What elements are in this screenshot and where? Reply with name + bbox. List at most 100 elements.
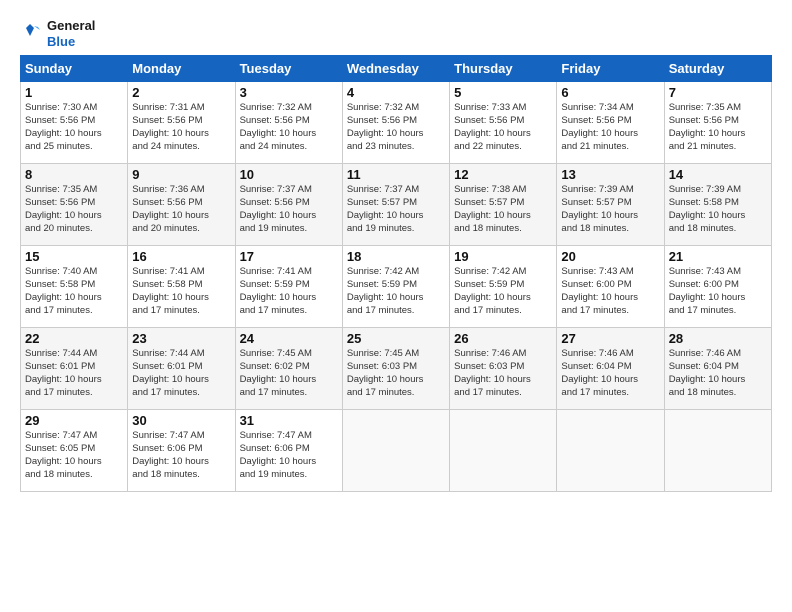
day-info: Sunrise: 7:30 AMSunset: 5:56 PMDaylight:…	[25, 102, 123, 153]
calendar-week-2: 8 Sunrise: 7:35 AMSunset: 5:56 PMDaylight…	[21, 164, 772, 246]
day-number: 15	[25, 249, 123, 264]
day-info: Sunrise: 7:42 AMSunset: 5:59 PMDaylight:…	[454, 266, 552, 317]
weekday-header-wednesday: Wednesday	[342, 56, 449, 82]
day-number: 4	[347, 85, 445, 100]
day-number: 21	[669, 249, 767, 264]
day-number: 30	[132, 413, 230, 428]
day-info: Sunrise: 7:38 AMSunset: 5:57 PMDaylight:…	[454, 184, 552, 235]
day-info: Sunrise: 7:46 AMSunset: 6:04 PMDaylight:…	[561, 348, 659, 399]
calendar-cell: 31 Sunrise: 7:47 AMSunset: 6:06 PMDayligh…	[235, 410, 342, 492]
calendar-week-3: 15 Sunrise: 7:40 AMSunset: 5:58 PMDayligh…	[21, 246, 772, 328]
calendar-cell	[342, 410, 449, 492]
calendar-cell: 4 Sunrise: 7:32 AMSunset: 5:56 PMDaylight…	[342, 82, 449, 164]
day-number: 10	[240, 167, 338, 182]
day-info: Sunrise: 7:37 AMSunset: 5:56 PMDaylight:…	[240, 184, 338, 235]
weekday-header-saturday: Saturday	[664, 56, 771, 82]
calendar: SundayMondayTuesdayWednesdayThursdayFrid…	[20, 55, 772, 492]
day-number: 26	[454, 331, 552, 346]
day-number: 27	[561, 331, 659, 346]
day-number: 28	[669, 331, 767, 346]
day-number: 19	[454, 249, 552, 264]
day-number: 31	[240, 413, 338, 428]
weekday-header-thursday: Thursday	[450, 56, 557, 82]
calendar-cell: 5 Sunrise: 7:33 AMSunset: 5:56 PMDaylight…	[450, 82, 557, 164]
day-info: Sunrise: 7:34 AMSunset: 5:56 PMDaylight:…	[561, 102, 659, 153]
logo-bird-icon	[20, 22, 40, 46]
calendar-cell: 13Sunrise: 7:39 AMSunset: 5:57 PMDayligh…	[557, 164, 664, 246]
calendar-cell: 2 Sunrise: 7:31 AMSunset: 5:56 PMDaylight…	[128, 82, 235, 164]
day-number: 9	[132, 167, 230, 182]
day-number: 1	[25, 85, 123, 100]
day-info: Sunrise: 7:41 AMSunset: 5:59 PMDaylight:…	[240, 266, 338, 317]
calendar-cell: 15 Sunrise: 7:40 AMSunset: 5:58 PMDayligh…	[21, 246, 128, 328]
day-info: Sunrise: 7:47 AMSunset: 6:05 PMDaylight:…	[25, 430, 123, 481]
day-info: Sunrise: 7:36 AMSunset: 5:56 PMDaylight:…	[132, 184, 230, 235]
day-info: Sunrise: 7:45 AMSunset: 6:02 PMDaylight:…	[240, 348, 338, 399]
day-number: 16	[132, 249, 230, 264]
day-number: 7	[669, 85, 767, 100]
day-info: Sunrise: 7:39 AMSunset: 5:58 PMDaylight:…	[669, 184, 767, 235]
day-info: Sunrise: 7:47 AMSunset: 6:06 PMDaylight:…	[240, 430, 338, 481]
day-info: Sunrise: 7:35 AMSunset: 5:56 PMDaylight:…	[669, 102, 767, 153]
calendar-cell: 1 Sunrise: 7:30 AMSunset: 5:56 PMDaylight…	[21, 82, 128, 164]
calendar-cell: 17 Sunrise: 7:41 AMSunset: 5:59 PMDayligh…	[235, 246, 342, 328]
calendar-cell: 20 Sunrise: 7:43 AMSunset: 6:00 PMDayligh…	[557, 246, 664, 328]
day-info: Sunrise: 7:32 AMSunset: 5:56 PMDaylight:…	[347, 102, 445, 153]
calendar-cell: 7 Sunrise: 7:35 AMSunset: 5:56 PMDaylight…	[664, 82, 771, 164]
calendar-cell: 9 Sunrise: 7:36 AMSunset: 5:56 PMDaylight…	[128, 164, 235, 246]
day-number: 17	[240, 249, 338, 264]
day-info: Sunrise: 7:32 AMSunset: 5:56 PMDaylight:…	[240, 102, 338, 153]
day-number: 20	[561, 249, 659, 264]
logo-general: General	[47, 18, 95, 34]
day-info: Sunrise: 7:33 AMSunset: 5:56 PMDaylight:…	[454, 102, 552, 153]
weekday-header-sunday: Sunday	[21, 56, 128, 82]
calendar-cell: 8 Sunrise: 7:35 AMSunset: 5:56 PMDaylight…	[21, 164, 128, 246]
day-info: Sunrise: 7:43 AMSunset: 6:00 PMDaylight:…	[561, 266, 659, 317]
day-info: Sunrise: 7:45 AMSunset: 6:03 PMDaylight:…	[347, 348, 445, 399]
logo-blue: Blue	[47, 34, 95, 50]
day-number: 5	[454, 85, 552, 100]
day-number: 23	[132, 331, 230, 346]
calendar-cell: 23 Sunrise: 7:44 AMSunset: 6:01 PMDayligh…	[128, 328, 235, 410]
day-info: Sunrise: 7:42 AMSunset: 5:59 PMDaylight:…	[347, 266, 445, 317]
day-number: 6	[561, 85, 659, 100]
header: General Blue	[20, 18, 772, 49]
calendar-cell: 16Sunrise: 7:41 AMSunset: 5:58 PMDayligh…	[128, 246, 235, 328]
day-number: 2	[132, 85, 230, 100]
calendar-cell	[557, 410, 664, 492]
day-info: Sunrise: 7:44 AMSunset: 6:01 PMDaylight:…	[25, 348, 123, 399]
calendar-cell: 21Sunrise: 7:43 AMSunset: 6:00 PMDayligh…	[664, 246, 771, 328]
calendar-cell: 29Sunrise: 7:47 AMSunset: 6:05 PMDayligh…	[21, 410, 128, 492]
calendar-cell: 12Sunrise: 7:38 AMSunset: 5:57 PMDayligh…	[450, 164, 557, 246]
calendar-cell	[664, 410, 771, 492]
day-number: 18	[347, 249, 445, 264]
calendar-week-1: 1 Sunrise: 7:30 AMSunset: 5:56 PMDaylight…	[21, 82, 772, 164]
day-info: Sunrise: 7:46 AMSunset: 6:03 PMDaylight:…	[454, 348, 552, 399]
day-number: 25	[347, 331, 445, 346]
day-number: 24	[240, 331, 338, 346]
calendar-cell: 28 Sunrise: 7:46 AMSunset: 6:04 PMDayligh…	[664, 328, 771, 410]
page: General Blue SundayMondayTuesdayWednesda…	[0, 0, 792, 612]
weekday-header-friday: Friday	[557, 56, 664, 82]
day-info: Sunrise: 7:31 AMSunset: 5:56 PMDaylight:…	[132, 102, 230, 153]
day-info: Sunrise: 7:44 AMSunset: 6:01 PMDaylight:…	[132, 348, 230, 399]
day-info: Sunrise: 7:35 AMSunset: 5:56 PMDaylight:…	[25, 184, 123, 235]
day-number: 11	[347, 167, 445, 182]
calendar-cell: 27 Sunrise: 7:46 AMSunset: 6:04 PMDayligh…	[557, 328, 664, 410]
day-info: Sunrise: 7:40 AMSunset: 5:58 PMDaylight:…	[25, 266, 123, 317]
calendar-header-row: SundayMondayTuesdayWednesdayThursdayFrid…	[21, 56, 772, 82]
day-info: Sunrise: 7:37 AMSunset: 5:57 PMDaylight:…	[347, 184, 445, 235]
calendar-cell: 25 Sunrise: 7:45 AMSunset: 6:03 PMDayligh…	[342, 328, 449, 410]
weekday-header-monday: Monday	[128, 56, 235, 82]
calendar-cell: 18 Sunrise: 7:42 AMSunset: 5:59 PMDayligh…	[342, 246, 449, 328]
day-number: 22	[25, 331, 123, 346]
weekday-header-tuesday: Tuesday	[235, 56, 342, 82]
day-number: 8	[25, 167, 123, 182]
logo: General Blue	[20, 18, 95, 49]
calendar-cell: 10 Sunrise: 7:37 AMSunset: 5:56 PMDayligh…	[235, 164, 342, 246]
day-info: Sunrise: 7:46 AMSunset: 6:04 PMDaylight:…	[669, 348, 767, 399]
calendar-cell: 24 Sunrise: 7:45 AMSunset: 6:02 PMDayligh…	[235, 328, 342, 410]
calendar-cell: 6 Sunrise: 7:34 AMSunset: 5:56 PMDaylight…	[557, 82, 664, 164]
calendar-cell: 3Sunrise: 7:32 AMSunset: 5:56 PMDaylight…	[235, 82, 342, 164]
calendar-cell: 14Sunrise: 7:39 AMSunset: 5:58 PMDayligh…	[664, 164, 771, 246]
